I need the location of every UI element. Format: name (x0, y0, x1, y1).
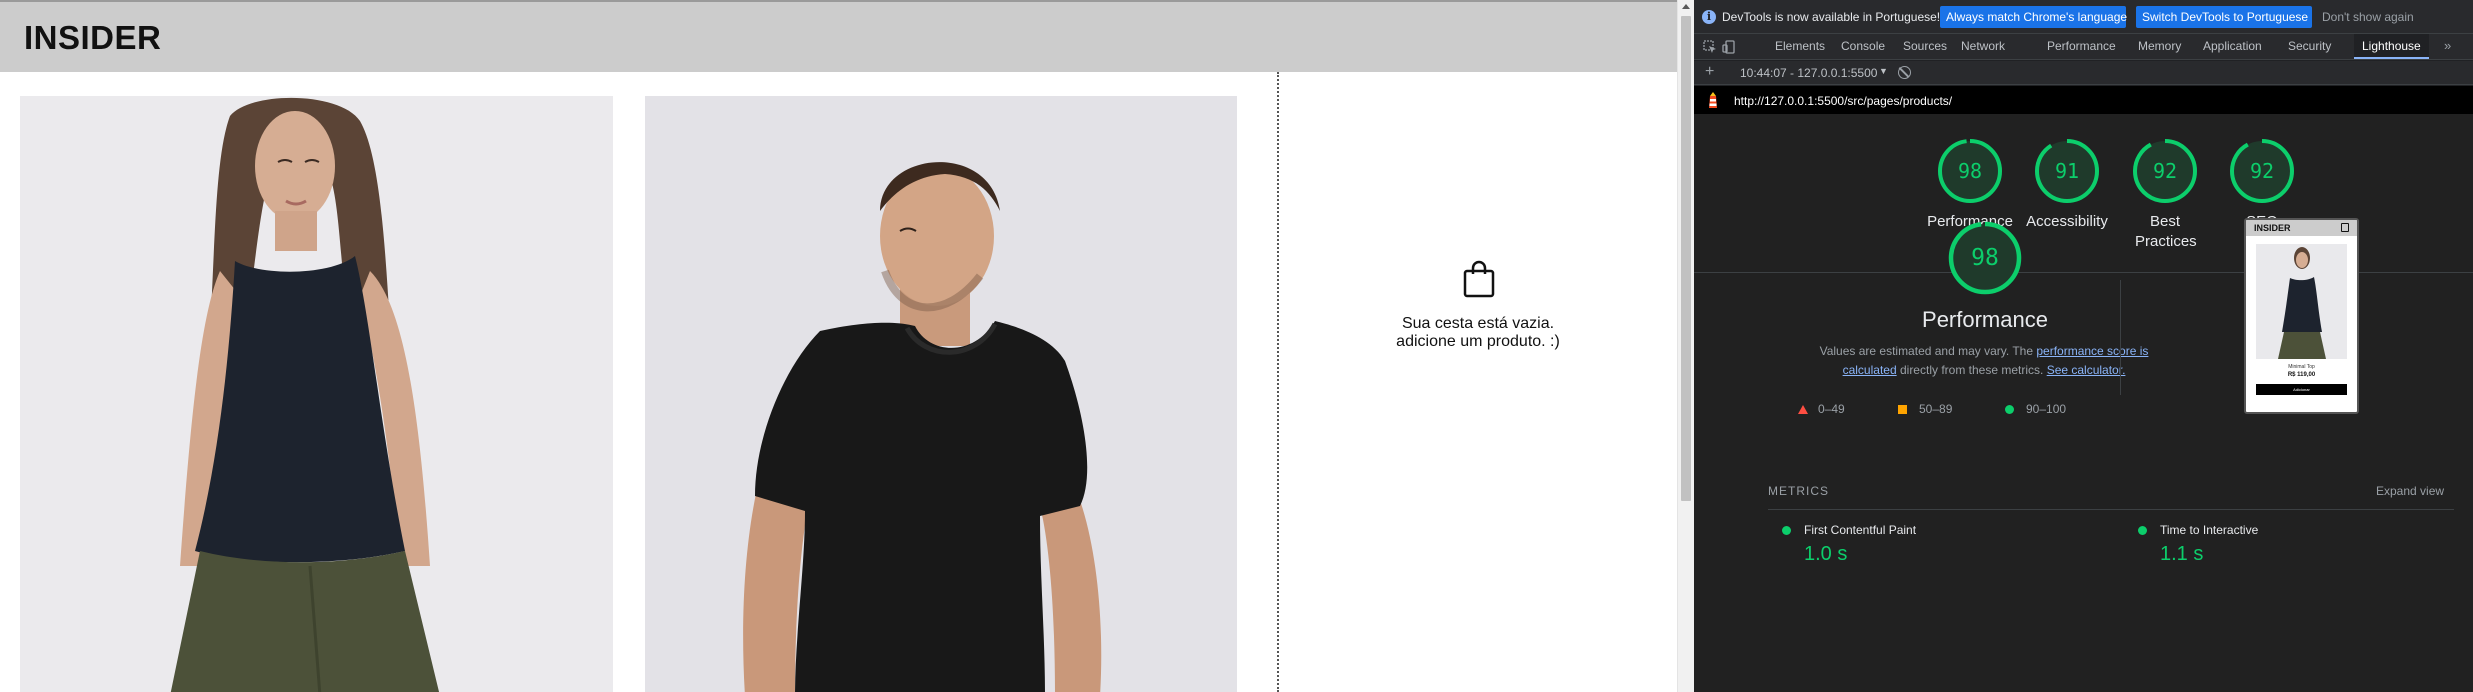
score-gauge-performance[interactable]: 98 Performance (1924, 138, 2016, 232)
device-toolbar-icon[interactable] (1722, 40, 1736, 54)
performance-category-gauge: 98 Performance (1820, 220, 2150, 332)
always-match-language-button[interactable]: Always match Chrome's language (1940, 6, 2127, 28)
page-scrollbar[interactable] (1677, 0, 1694, 692)
site-logo[interactable]: INSIDER (24, 19, 161, 57)
desc-text: directly from these metrics. (1896, 363, 2047, 377)
red-triangle-icon (1798, 405, 1808, 414)
thumbnail-add-button: Adicionar (2256, 384, 2347, 395)
tab-network[interactable]: Network (1961, 34, 2005, 59)
screen: INSIDER Sua cesta está vazia. adicione u… (0, 0, 2473, 692)
devtools-panel: i DevTools is now available in Portugues… (1694, 0, 2473, 692)
see-calculator-link[interactable]: See calculator. (2047, 363, 2126, 377)
product-photo-woman (20, 96, 613, 692)
scrollbar-thumb[interactable] (1681, 16, 1691, 501)
expand-view-toggle[interactable]: Expand view (2376, 484, 2444, 498)
score-value: 92 (2152, 159, 2178, 183)
thumbnail-product-image (2256, 244, 2347, 359)
green-circle-icon (2138, 526, 2147, 535)
empty-cart-message: Sua cesta está vazia. adicione um produt… (1279, 315, 1677, 351)
infobar-message: DevTools is now available in Portuguese! (1722, 10, 1941, 24)
legend-average-label: 50–89 (1919, 402, 1953, 416)
thumbnail-bag-icon (2341, 223, 2349, 232)
shopping-bag-icon (1463, 260, 1495, 298)
new-report-plus-icon[interactable]: + (1705, 63, 1714, 81)
tab-performance[interactable]: Performance (2047, 34, 2116, 59)
metric-value: 1.1 s (2160, 543, 2204, 565)
language-infobar: i DevTools is now available in Portugues… (1694, 0, 2473, 34)
metrics-heading: METRICS (1768, 484, 1829, 498)
metric-name: First Contentful Paint (1804, 523, 1917, 537)
chevron-down-icon[interactable]: ▼ (1879, 66, 1888, 76)
score-value: 98 (1957, 159, 1983, 183)
legend-good-label: 90–100 (2026, 402, 2067, 416)
clear-reports-icon[interactable] (1898, 66, 1911, 79)
lighthouse-report: 98 Performance 91 Accessibility 92 Best … (1694, 114, 2473, 692)
thumbnail-header: INSIDER (2246, 220, 2357, 236)
site-header: INSIDER (0, 0, 1677, 72)
thumbnail-photo (2256, 244, 2347, 359)
tab-console[interactable]: Console (1841, 34, 1885, 59)
empty-cart-line1: Sua cesta está vazia. (1401, 315, 1555, 332)
score-value: 92 (2249, 159, 2275, 183)
vertical-divider (2120, 280, 2121, 395)
report-select[interactable]: 10:44:07 - 127.0.0.1:5500 (1740, 66, 1877, 80)
metric-value: 1.0 s (1804, 543, 1848, 565)
tab-elements[interactable]: Elements (1775, 34, 1825, 59)
metric-name: Time to Interactive (2160, 523, 2259, 537)
tab-memory[interactable]: Memory (2138, 34, 2181, 59)
inspect-element-icon[interactable] (1703, 40, 1717, 54)
more-tabs-chevron-icon[interactable]: » (2444, 38, 2451, 53)
legend-poor: 0–49 (1798, 402, 1845, 416)
orange-square-icon (1898, 405, 1907, 414)
score-value: 91 (2054, 159, 2080, 183)
tab-lighthouse[interactable]: Lighthouse (2354, 34, 2429, 59)
product-photo-man (645, 96, 1237, 692)
scroll-up-arrow-icon[interactable] (1682, 4, 1690, 9)
product-image-t-shirt[interactable] (645, 96, 1237, 692)
tab-application[interactable]: Application (2203, 34, 2262, 59)
thumbnail-logo: INSIDER (2254, 223, 2291, 233)
final-screenshot-thumbnail[interactable]: INSIDER Minimal Top R$ 119,00 Adicionar (2244, 218, 2359, 414)
empty-cart-line2: adicione um produto. :) (1396, 333, 1560, 350)
dont-show-again-button[interactable]: Don't show again (2322, 10, 2414, 24)
performance-score-value: 98 (1971, 245, 1999, 271)
green-circle-icon (1782, 526, 1791, 535)
legend-good: 90–100 (2005, 402, 2066, 416)
lighthouse-logo-icon (1709, 92, 1717, 108)
metrics-separator (1768, 509, 2454, 510)
legend-poor-label: 0–49 (1818, 402, 1845, 416)
cart-panel: Sua cesta está vazia. adicione um produt… (1279, 72, 1677, 692)
desc-text: Values are estimated and may vary. The (1819, 344, 2037, 358)
legend-average: 50–89 (1898, 402, 1952, 416)
devtools-tabbar: Elements Console Sources Network Perform… (1694, 34, 2473, 60)
tab-sources[interactable]: Sources (1903, 34, 1947, 59)
audited-url[interactable]: http://127.0.0.1:5500/src/pages/products… (1734, 94, 1952, 108)
tab-security[interactable]: Security (2288, 34, 2331, 59)
score-gauge-accessibility[interactable]: 91 Accessibility (2021, 138, 2113, 232)
green-circle-icon (2005, 405, 2014, 414)
web-page: INSIDER Sua cesta está vazia. adicione u… (0, 0, 1677, 692)
thumbnail-price: R$ 119,00 (2287, 372, 2316, 378)
thumbnail-product-name: Minimal Top (2288, 364, 2315, 370)
product-image-tank-top[interactable] (20, 96, 613, 692)
performance-title: Performance (1922, 307, 2048, 332)
lighthouse-url-bar: http://127.0.0.1:5500/src/pages/products… (1694, 86, 2473, 114)
switch-to-portuguese-button[interactable]: Switch DevTools to Portuguese (2136, 6, 2312, 28)
info-icon: i (1702, 10, 1716, 24)
performance-description: Values are estimated and may vary. The p… (1814, 342, 2154, 380)
lighthouse-toolbar: + 10:44:07 - 127.0.0.1:5500 ▼ (1694, 61, 2473, 85)
